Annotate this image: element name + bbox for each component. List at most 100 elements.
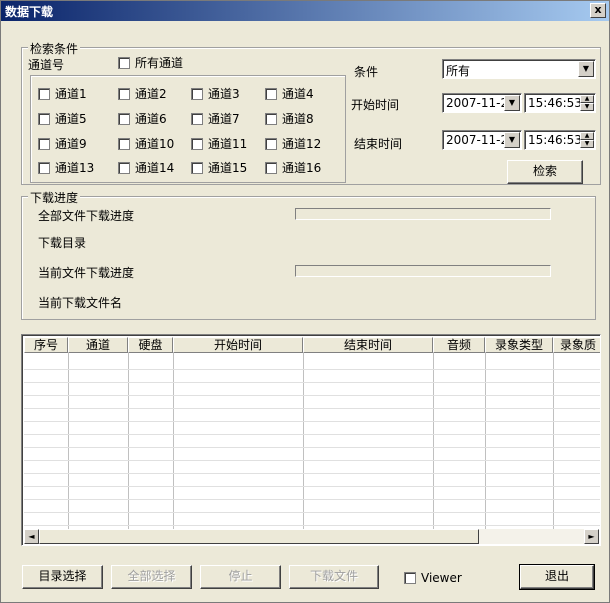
column-divider [68, 353, 69, 529]
table-row[interactable] [24, 460, 600, 461]
table-row[interactable] [24, 525, 600, 526]
channel-checkbox[interactable]: 通道3 [191, 85, 240, 102]
column-divider [303, 353, 304, 529]
channel-checkbox[interactable]: 通道1 [38, 85, 87, 102]
checkbox-icon [265, 87, 277, 100]
column-header[interactable]: 通道 [68, 337, 128, 353]
end-time-spinner[interactable]: 15:46:53 ▲ ▼ [524, 130, 596, 150]
end-time-value: 15:46:53 [528, 133, 582, 147]
spin-down-icon[interactable]: ▼ [580, 103, 594, 111]
stop-button[interactable]: 停止 [200, 565, 281, 589]
checkbox-icon [191, 161, 203, 174]
file-table[interactable]: 序号 通道 硬盘 开始时间 结束时间 音频 录象类型 录象质 ◄ ► [21, 334, 601, 546]
spin-down-icon[interactable]: ▼ [580, 140, 594, 148]
table-row[interactable] [24, 486, 600, 487]
table-row[interactable] [24, 473, 600, 474]
channel-checkbox[interactable]: 通道2 [118, 85, 167, 102]
channel-label: 通道2 [135, 87, 167, 101]
channel-label: 通道3 [208, 87, 240, 101]
column-header[interactable]: 硬盘 [128, 337, 173, 353]
scroll-thumb[interactable] [39, 529, 479, 544]
channel-label: 通道11 [208, 137, 248, 151]
table-row[interactable] [24, 408, 600, 409]
chevron-down-icon[interactable]: ▼ [504, 132, 520, 148]
table-row[interactable] [24, 512, 600, 513]
column-header[interactable]: 序号 [24, 337, 68, 353]
search-button[interactable]: 检索 [507, 160, 583, 184]
horizontal-scrollbar[interactable]: ◄ ► [24, 529, 599, 544]
channel-label: 通道10 [135, 137, 175, 151]
channel-checkbox[interactable]: 通道13 [38, 159, 94, 176]
channel-checkbox[interactable]: 通道8 [265, 110, 314, 127]
chevron-down-icon[interactable]: ▼ [504, 95, 520, 111]
start-date-picker[interactable]: 2007-11-26 ▼ [442, 93, 522, 113]
viewer-checkbox[interactable]: Viewer [404, 571, 462, 585]
dir-select-button[interactable]: 目录选择 [22, 565, 103, 589]
column-header[interactable]: 录象质 [553, 337, 600, 353]
table-row[interactable] [24, 395, 600, 396]
current-file-name-label: 当前下载文件名 [38, 296, 123, 310]
table-row[interactable] [24, 421, 600, 422]
channel-checkbox[interactable]: 通道5 [38, 110, 87, 127]
checkbox-icon [265, 161, 277, 174]
start-time-value: 15:46:53 [528, 96, 582, 110]
channel-label: 通道号 [28, 58, 65, 72]
channel-checkbox[interactable]: 通道16 [265, 159, 321, 176]
channel-label: 通道4 [282, 87, 314, 101]
checkbox-icon [118, 112, 130, 125]
end-time-label: 结束时间 [354, 137, 403, 151]
table-row[interactable] [24, 382, 600, 383]
column-header[interactable]: 录象类型 [485, 337, 553, 353]
checkbox-icon [191, 112, 203, 125]
channel-checkbox[interactable]: 通道10 [118, 135, 174, 152]
spin-up-icon[interactable]: ▲ [580, 132, 594, 140]
table-row[interactable] [24, 369, 600, 370]
close-icon[interactable]: x [590, 3, 606, 18]
channel-checkbox[interactable]: 通道9 [38, 135, 87, 152]
column-divider [433, 353, 434, 529]
channel-label: 通道14 [135, 161, 175, 175]
scroll-right-icon[interactable]: ► [584, 529, 599, 544]
chevron-down-icon[interactable]: ▼ [578, 61, 594, 77]
checkbox-icon [118, 137, 130, 150]
channel-checkbox[interactable]: 通道14 [118, 159, 174, 176]
column-header[interactable]: 开始时间 [173, 337, 303, 353]
download-progress-label: 下载进度 [28, 189, 81, 206]
table-header: 序号 通道 硬盘 开始时间 结束时间 音频 录象类型 录象质 [24, 337, 600, 353]
channel-checkbox[interactable]: 通道6 [118, 110, 167, 127]
checkbox-icon [191, 87, 203, 100]
viewer-label: Viewer [421, 571, 462, 585]
spin-up-icon[interactable]: ▲ [580, 95, 594, 103]
column-divider [485, 353, 486, 529]
column-header[interactable]: 音频 [433, 337, 485, 353]
start-time-spinner[interactable]: 15:46:53 ▲ ▼ [524, 93, 596, 113]
channel-checkbox[interactable]: 通道7 [191, 110, 240, 127]
title-bar[interactable]: 数据下载 x [1, 1, 609, 21]
table-row[interactable] [24, 499, 600, 500]
channel-checkbox[interactable]: 通道4 [265, 85, 314, 102]
current-file-progress-bar [295, 265, 551, 277]
end-date-picker[interactable]: 2007-11-27 ▼ [442, 130, 522, 150]
column-divider [553, 353, 554, 529]
column-divider [128, 353, 129, 529]
column-header[interactable]: 结束时间 [303, 337, 433, 353]
table-row[interactable] [24, 447, 600, 448]
checkbox-icon [118, 87, 130, 100]
all-files-progress-bar [295, 208, 551, 220]
exit-button[interactable]: 退出 [519, 564, 595, 590]
column-divider [173, 353, 174, 529]
search-conditions-label: 检索条件 [28, 40, 81, 57]
table-row[interactable] [24, 434, 600, 435]
channel-checkbox[interactable]: 通道15 [191, 159, 247, 176]
all-channels-checkbox[interactable]: 所有通道 [118, 54, 183, 71]
channel-checkbox[interactable]: 通道12 [265, 135, 321, 152]
checkbox-icon [118, 161, 130, 174]
download-button[interactable]: 下载文件 [289, 565, 379, 589]
download-dialog: 数据下载 x 检索条件 通道号 所有通道 通道1 通道2 通道3 通道4 通道5 通道6 通… [0, 0, 610, 603]
scroll-left-icon[interactable]: ◄ [24, 529, 39, 544]
select-all-button[interactable]: 全部选择 [111, 565, 192, 589]
channel-label: 通道16 [282, 161, 322, 175]
channel-checkbox[interactable]: 通道11 [191, 135, 247, 152]
checkbox-icon [38, 87, 50, 100]
condition-select[interactable]: 所有 ▼ [442, 59, 596, 79]
